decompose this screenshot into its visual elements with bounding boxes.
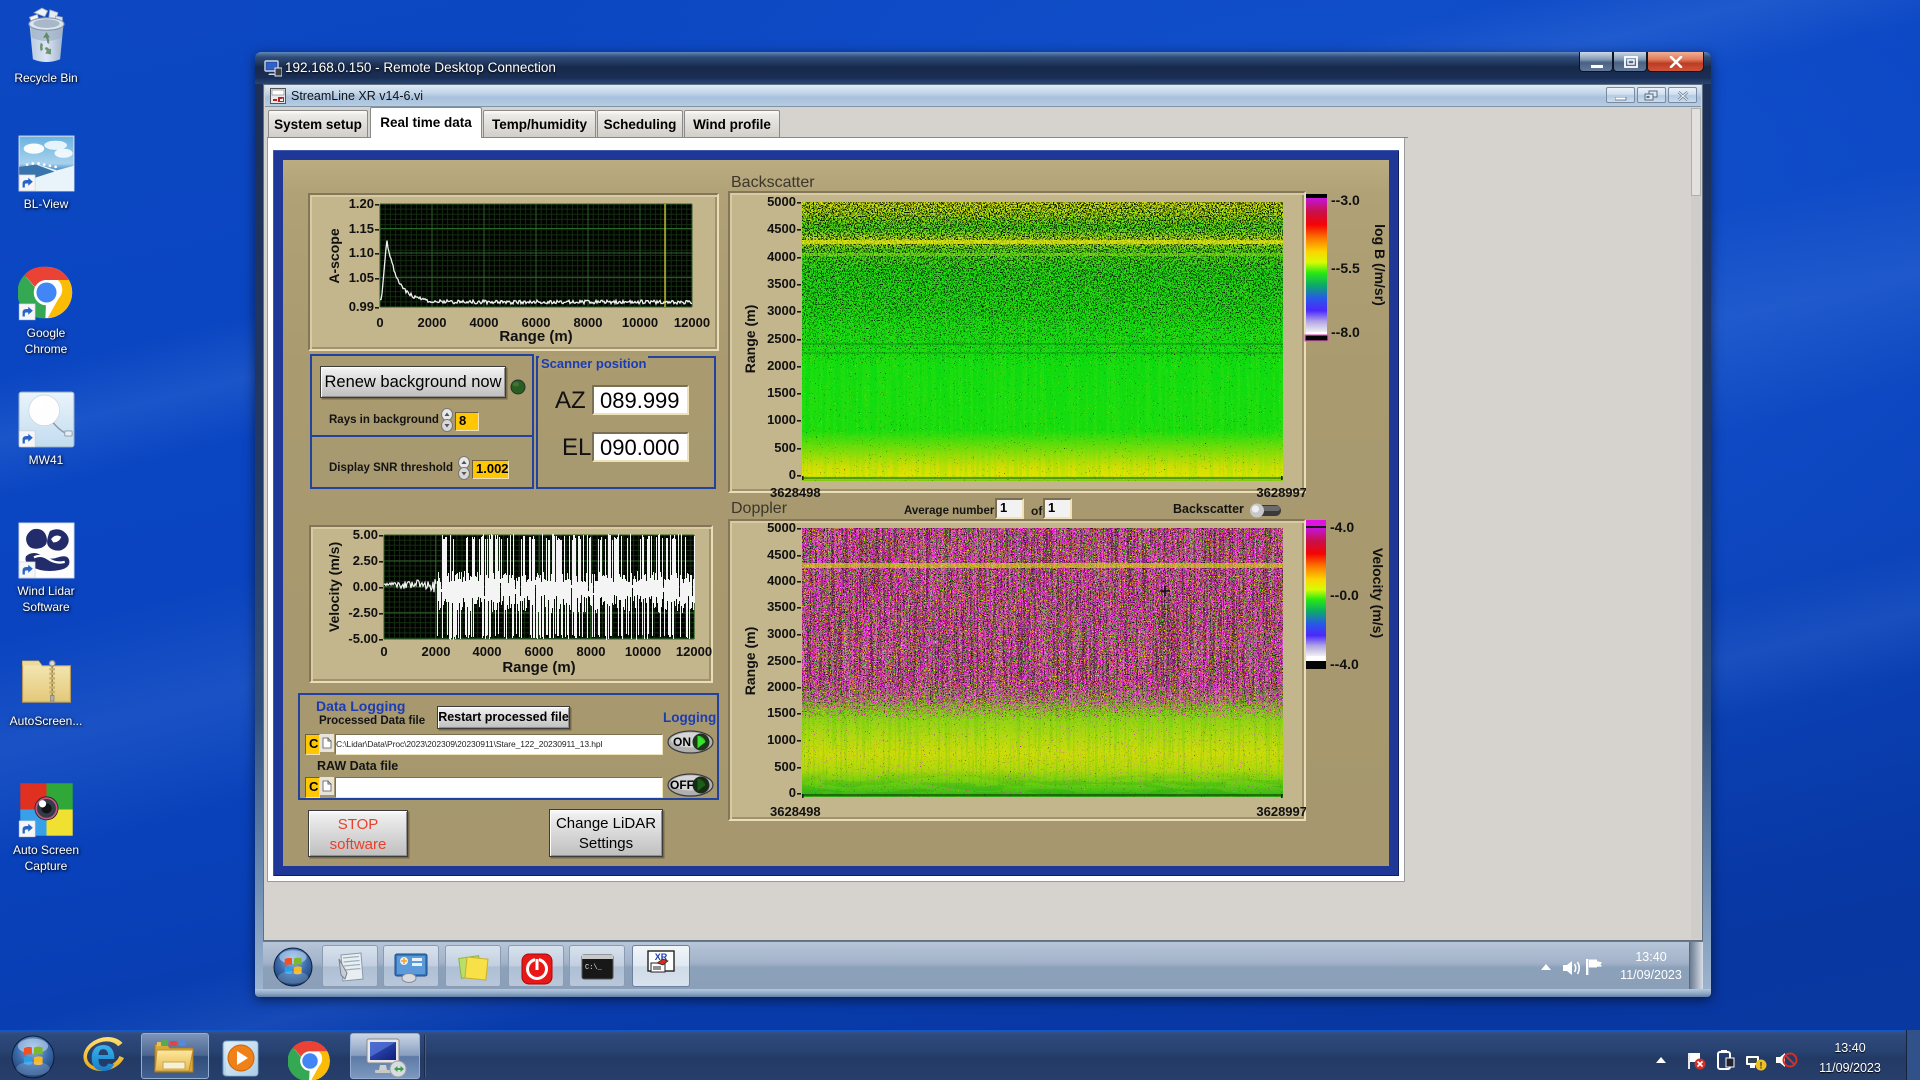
svg-text:0: 0 bbox=[789, 785, 796, 800]
svg-text:12000: 12000 bbox=[676, 644, 712, 659]
svg-text:3500: 3500 bbox=[767, 276, 796, 291]
svg-text:4000: 4000 bbox=[767, 249, 796, 264]
svg-text:2000: 2000 bbox=[418, 315, 447, 330]
svg-text:4000: 4000 bbox=[767, 573, 796, 588]
svg-text:A-scope: A-scope bbox=[326, 228, 342, 283]
svg-text:Range (m): Range (m) bbox=[502, 659, 575, 676]
svg-text:4500: 4500 bbox=[767, 221, 796, 236]
svg-text:2500: 2500 bbox=[767, 653, 796, 668]
svg-text:3628997: 3628997 bbox=[1256, 485, 1306, 500]
svg-text:Range (m): Range (m) bbox=[742, 627, 758, 695]
svg-text:500: 500 bbox=[774, 440, 796, 455]
svg-text:1.10: 1.10 bbox=[349, 245, 374, 260]
svg-text:1.20: 1.20 bbox=[349, 196, 374, 211]
svg-text:5.00: 5.00 bbox=[353, 527, 378, 542]
svg-text:-4.0: -4.0 bbox=[1330, 519, 1354, 535]
svg-text:OFF: OFF bbox=[670, 778, 694, 792]
svg-text:Range (m): Range (m) bbox=[499, 328, 572, 345]
svg-text:C:\_: C:\_ bbox=[585, 964, 603, 972]
svg-text:5000: 5000 bbox=[767, 194, 796, 209]
svg-text:10000: 10000 bbox=[622, 315, 658, 330]
svg-text:--3.0: --3.0 bbox=[1331, 192, 1360, 208]
svg-text:--5.5: --5.5 bbox=[1331, 260, 1360, 276]
svg-text:e: e bbox=[90, 1034, 116, 1080]
svg-text:-2.50: -2.50 bbox=[348, 605, 378, 620]
svg-text:Velocity (m/s): Velocity (m/s) bbox=[326, 542, 342, 632]
svg-text:0.99: 0.99 bbox=[349, 299, 374, 314]
svg-text:4000: 4000 bbox=[473, 644, 502, 659]
svg-text:1.15: 1.15 bbox=[349, 221, 374, 236]
svg-text:Velocity (m/s): Velocity (m/s) bbox=[1370, 548, 1386, 638]
svg-text:10000: 10000 bbox=[625, 644, 661, 659]
svg-text:2000: 2000 bbox=[767, 358, 796, 373]
svg-text:log B (/m/sr): log B (/m/sr) bbox=[1372, 224, 1388, 306]
svg-text:4000: 4000 bbox=[470, 315, 499, 330]
svg-text:5000: 5000 bbox=[767, 520, 796, 535]
svg-text:3500: 3500 bbox=[767, 599, 796, 614]
svg-text:1500: 1500 bbox=[767, 705, 796, 720]
svg-text:--8.0: --8.0 bbox=[1331, 324, 1360, 340]
svg-text:500: 500 bbox=[774, 759, 796, 774]
svg-text:1.05: 1.05 bbox=[349, 270, 374, 285]
svg-text:3628997: 3628997 bbox=[1256, 804, 1306, 819]
svg-text:1500: 1500 bbox=[767, 385, 796, 400]
svg-text:ON: ON bbox=[673, 735, 691, 749]
svg-text:2000: 2000 bbox=[767, 679, 796, 694]
svg-text:12000: 12000 bbox=[674, 315, 710, 330]
svg-text:0.00: 0.00 bbox=[353, 579, 378, 594]
svg-text:!: ! bbox=[1760, 1061, 1763, 1071]
svg-text:2000: 2000 bbox=[422, 644, 451, 659]
svg-text:2.50: 2.50 bbox=[353, 553, 378, 568]
svg-text:3628498: 3628498 bbox=[770, 804, 821, 819]
svg-text:0: 0 bbox=[380, 644, 387, 659]
svg-text:1000: 1000 bbox=[767, 412, 796, 427]
svg-text:3628498: 3628498 bbox=[770, 485, 821, 500]
svg-text:8000: 8000 bbox=[574, 315, 603, 330]
svg-text:--0.0: --0.0 bbox=[1330, 587, 1359, 603]
svg-text:3000: 3000 bbox=[767, 626, 796, 641]
svg-text:--4.0: --4.0 bbox=[1330, 656, 1359, 672]
svg-text:6000: 6000 bbox=[525, 644, 554, 659]
svg-text:-5.00: -5.00 bbox=[348, 631, 378, 646]
svg-text:1000: 1000 bbox=[767, 732, 796, 747]
svg-text:4500: 4500 bbox=[767, 547, 796, 562]
svg-text:3000: 3000 bbox=[767, 303, 796, 318]
svg-text:0: 0 bbox=[376, 315, 383, 330]
svg-text:8000: 8000 bbox=[577, 644, 606, 659]
svg-text:0: 0 bbox=[789, 467, 796, 482]
svg-text:2500: 2500 bbox=[767, 331, 796, 346]
svg-text:Range (m): Range (m) bbox=[742, 305, 758, 373]
